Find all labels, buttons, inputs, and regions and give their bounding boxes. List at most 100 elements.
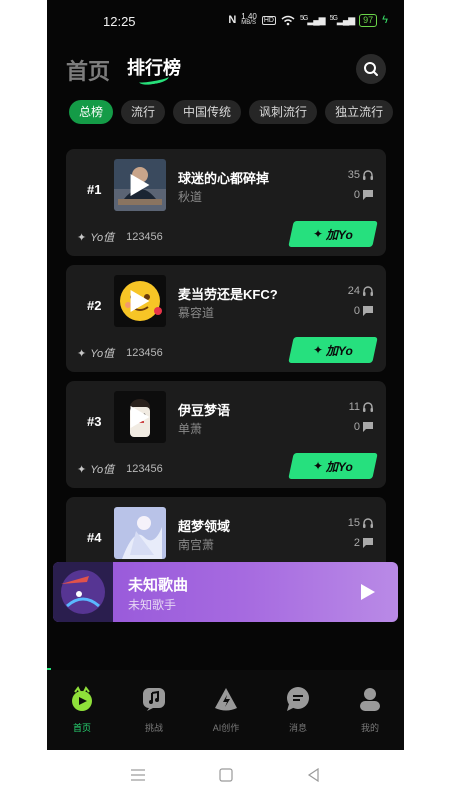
listen-count: 15 — [348, 517, 374, 529]
chip-pop[interactable]: 流行 — [121, 100, 166, 124]
song-title[interactable]: 超梦领域 — [178, 516, 230, 535]
listen-count: 11 — [349, 401, 374, 413]
comment-icon — [363, 306, 373, 316]
comment-count-value: 0 — [353, 421, 360, 433]
sparkle-icon: ✦ — [313, 459, 324, 473]
home-yo-icon — [72, 686, 92, 711]
song-cover[interactable] — [114, 507, 166, 559]
status-icons: N 1.40 MB/S HD 5G▂▄▆ 5G▂▄▆ 97 ϟ — [228, 13, 388, 27]
mini-player[interactable]: 未知歌曲 未知歌手 — [53, 562, 398, 622]
chip-chinese-traditional[interactable]: 中国传统 — [173, 100, 242, 124]
search-button[interactable] — [356, 54, 386, 84]
add-yo-button[interactable]: ✦ 加Yo — [288, 337, 378, 363]
menu-icon[interactable] — [130, 768, 146, 782]
song-cover[interactable] — [114, 159, 166, 211]
add-yo-label: 加Yo — [326, 227, 353, 242]
yo-score: ✦ Yo值 123456 — [77, 461, 163, 477]
play-button[interactable] — [360, 583, 376, 601]
listen-count: 24 — [348, 285, 374, 297]
comment-count: 0 — [354, 189, 374, 201]
ai-create-icon — [215, 688, 237, 711]
song-card-3[interactable]: #3 伊豆梦语 单萧 11 0 ✦ Yo值 123456 ✦ 加Yo — [66, 381, 386, 488]
nav-item-ai-create[interactable]: AI创作 — [196, 686, 256, 734]
yo-score-value: 123456 — [126, 463, 163, 475]
tab-home[interactable]: 首页 — [66, 54, 110, 86]
network-speed: 1.40 MB/S — [241, 13, 257, 27]
signal-1-icon: 5G▂▄▆ — [300, 14, 326, 25]
play-icon — [129, 174, 151, 196]
nav-label: 消息 — [288, 723, 307, 733]
comment-count: 0 — [354, 305, 374, 317]
comment-icon — [363, 190, 373, 200]
add-yo-label: 加Yo — [326, 343, 353, 358]
hd-icon: HD — [261, 15, 276, 25]
song-cover[interactable] — [114, 275, 166, 327]
listen-count-value: 24 — [347, 285, 360, 297]
charging-icon: ϟ — [382, 14, 388, 26]
nav-label: 我的 — [360, 723, 379, 733]
signal-2-label: 5G — [329, 14, 338, 22]
sparkle-icon: ✦ — [77, 463, 87, 476]
add-yo-label: 加Yo — [326, 459, 353, 474]
play-icon — [129, 406, 151, 428]
nav-item-challenge[interactable]: 挑战 — [124, 686, 184, 734]
status-time: 12:25 — [103, 14, 136, 29]
status-bar: 12:25 N 1.40 MB/S HD 5G▂▄▆ 5G▂▄▆ 97 ϟ — [47, 0, 404, 44]
song-rank: #2 — [87, 298, 102, 313]
nav-item-home[interactable]: 首页 — [52, 686, 112, 734]
player-artist: 未知歌手 — [128, 598, 177, 612]
sparkle-icon: ✦ — [77, 231, 87, 244]
search-icon — [364, 62, 378, 76]
song-rank: #1 — [87, 182, 102, 197]
signal-2-icon: 5G▂▄▆ — [329, 14, 356, 25]
song-card-1[interactable]: #1 球迷的心都碎掉 秋道 35 0 ✦ Yo值 123456 ✦ 加Yo — [66, 149, 386, 256]
yo-score-label: Yo值 — [90, 464, 115, 476]
player-title: 未知歌曲 — [128, 577, 189, 594]
song-artist: 秋道 — [178, 190, 203, 204]
bottom-nav: 首页 挑战 AI创作 消息 我的 — [47, 670, 404, 750]
app-screen: 12:25 N 1.40 MB/S HD 5G▂▄▆ 5G▂▄▆ 97 ϟ 首页… — [47, 0, 404, 750]
nav-label: 首页 — [72, 723, 91, 733]
song-artist: 单萧 — [178, 422, 203, 436]
comment-count: 0 — [354, 421, 374, 433]
song-title[interactable]: 球迷的心都碎掉 — [178, 168, 269, 187]
yo-score-value: 123456 — [126, 231, 163, 243]
add-yo-button[interactable]: ✦ 加Yo — [288, 221, 378, 247]
song-title[interactable]: 麦当劳还是KFC? — [178, 284, 278, 303]
category-chips: 总榜 流行 中国传统 讽刺流行 独立流行 — [69, 100, 394, 124]
chip-indie-pop[interactable]: 独立流行 — [325, 100, 394, 124]
nav-item-profile[interactable]: 我的 — [340, 686, 400, 734]
listen-count: 35 — [348, 169, 374, 181]
listen-count-value: 11 — [348, 401, 360, 413]
song-title[interactable]: 伊豆梦语 — [178, 400, 230, 419]
song-rank: #4 — [87, 530, 102, 545]
song-rank: #3 — [87, 414, 102, 429]
comment-icon — [363, 538, 373, 548]
chip-overall[interactable]: 总榜 — [69, 100, 114, 124]
wifi-icon — [281, 15, 295, 25]
song-card-2[interactable]: #2 麦当劳还是KFC? 慕容道 24 0 ✦ Yo值 123456 ✦ 加Yo — [66, 265, 386, 372]
sparkle-icon: ✦ — [313, 343, 324, 357]
comment-count-value: 2 — [353, 537, 360, 549]
home-icon[interactable] — [218, 768, 234, 782]
headphones-icon — [363, 286, 373, 296]
nav-label: AI创作 — [212, 723, 240, 733]
yo-score-value: 123456 — [126, 347, 163, 359]
signal-1-label: 5G — [300, 14, 308, 22]
system-nav-bar — [0, 750, 450, 800]
comment-count-value: 0 — [353, 305, 360, 317]
comment-count: 2 — [354, 537, 374, 549]
add-yo-button[interactable]: ✦ 加Yo — [288, 453, 378, 479]
nfc-icon: N — [228, 14, 237, 26]
song-cover[interactable] — [114, 391, 166, 443]
yo-score-label: Yo值 — [90, 348, 115, 360]
back-icon[interactable] — [306, 768, 322, 782]
yo-score: ✦ Yo值 123456 — [77, 345, 163, 361]
song-artist: 南宫萧 — [178, 538, 215, 552]
nav-item-messages[interactable]: 消息 — [268, 686, 328, 734]
yo-score-label: Yo值 — [90, 232, 115, 244]
message-icon — [287, 687, 309, 711]
chip-satire-pop[interactable]: 讽刺流行 — [249, 100, 318, 124]
battery-icon: 97 — [359, 13, 378, 27]
network-speed-value: 1.40 — [241, 12, 257, 21]
